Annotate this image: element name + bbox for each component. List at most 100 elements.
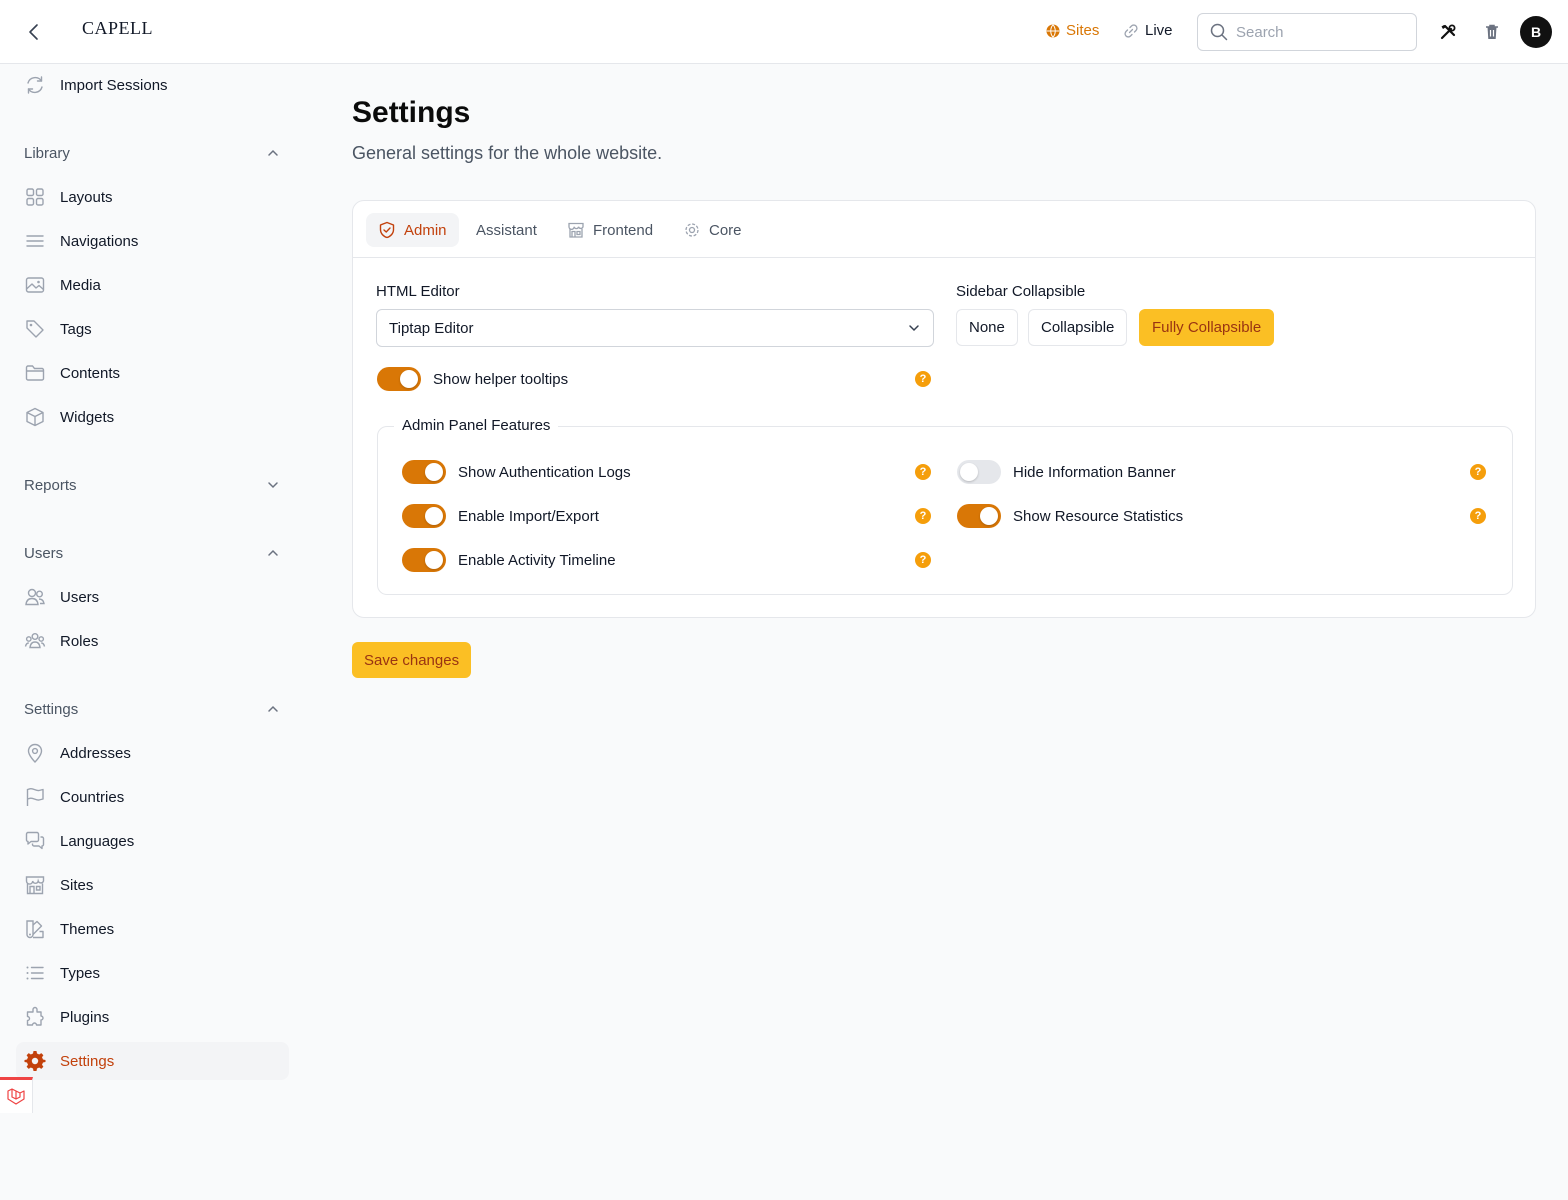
admin-panel-features: Admin Panel Features Show Authentication… — [377, 417, 1513, 595]
sidebar-item-label: Users — [60, 588, 100, 606]
help-icon[interactable]: ? — [1470, 508, 1486, 524]
sites-label: Sites — [1066, 22, 1100, 39]
sidebar-option-collapsible[interactable]: Collapsible — [1028, 309, 1128, 346]
help-icon[interactable]: ? — [915, 552, 931, 568]
save-changes-button[interactable]: Save changes — [352, 642, 472, 678]
sidebar-item-tags[interactable]: Tags — [16, 310, 289, 348]
map-pin-icon — [27, 743, 43, 763]
sidebar-group-label: Users — [24, 544, 64, 562]
enable-activity-timeline-label: Enable Activity Timeline — [458, 552, 616, 569]
show-resource-stats-toggle[interactable] — [957, 504, 1001, 528]
sidebar-group-reports[interactable]: Reports — [24, 473, 280, 497]
page-subtitle: General settings for the whole website. — [352, 143, 663, 163]
sidebar-item-layouts[interactable]: Layouts — [16, 178, 289, 216]
sidebar-group-users[interactable]: Users — [24, 541, 280, 565]
sidebar-item-contents[interactable]: Contents — [16, 354, 289, 392]
back-button[interactable] — [22, 20, 46, 44]
settings-card: Admin Assistant Frontend Core HTML Edito… — [352, 200, 1536, 618]
top-bar: CAPELL Sites Live B — [0, 0, 1568, 64]
toggle-knob — [960, 463, 978, 481]
sites-link[interactable]: Sites — [1046, 22, 1099, 39]
globe-icon — [1046, 23, 1060, 38]
sidebar-option-none[interactable]: None — [956, 309, 1018, 346]
search-box[interactable] — [1197, 13, 1417, 51]
trash-button[interactable] — [1480, 20, 1504, 44]
refresh-icon — [27, 76, 43, 94]
enable-import-export-toggle[interactable] — [402, 504, 446, 528]
toggle-knob — [400, 370, 418, 388]
app-logo[interactable]: CAPELL — [82, 18, 153, 39]
tab-label: Assistant — [476, 221, 537, 239]
debug-toolbar-toggle[interactable] — [0, 1077, 33, 1113]
hide-info-banner-toggle[interactable] — [957, 460, 1001, 484]
sidebar-item-label: Layouts — [60, 188, 113, 206]
tab-label: Admin — [404, 221, 447, 239]
sidebar-item-import-sessions[interactable]: Import Sessions — [16, 66, 289, 104]
trash-icon — [1486, 24, 1498, 39]
sidebar-item-countries[interactable]: Countries — [16, 778, 289, 816]
toggle-knob — [425, 463, 443, 481]
sidebar-item-label: Plugins — [60, 1008, 110, 1026]
sidebar-item-languages[interactable]: Languages — [16, 822, 289, 860]
chat-bubbles-icon — [25, 831, 45, 850]
sidebar-item-widgets[interactable]: Widgets — [16, 398, 289, 436]
sidebar-item-sites[interactable]: Sites — [16, 866, 289, 904]
sidebar-item-label: Themes — [60, 920, 115, 938]
sidebar-item-label: Sites — [60, 876, 94, 894]
help-icon[interactable]: ? — [915, 508, 931, 524]
sidebar-item-users[interactable]: Users — [16, 578, 289, 616]
user-group-icon — [24, 633, 46, 649]
sidebar-group-settings[interactable]: Settings — [24, 697, 280, 721]
sidebar-item-label: Addresses — [60, 744, 131, 762]
help-icon[interactable]: ? — [1470, 464, 1486, 480]
tab-label: Core — [709, 221, 742, 239]
sidebar: Import Sessions Library Layouts Navigati… — [0, 65, 304, 1200]
sidebar-option-fully-collapsible[interactable]: Fully Collapsible — [1139, 309, 1275, 346]
tab-core[interactable]: Core — [671, 213, 754, 247]
live-link[interactable]: Live — [1123, 22, 1173, 39]
enable-import-export-label: Enable Import/Export — [458, 508, 599, 525]
help-icon[interactable]: ? — [915, 464, 931, 480]
sidebar-item-plugins[interactable]: Plugins — [16, 998, 289, 1036]
search-icon — [1210, 23, 1228, 41]
sidebar-item-settings[interactable]: Settings — [16, 1042, 289, 1080]
tag-icon — [26, 320, 44, 338]
toggle-knob — [980, 507, 998, 525]
tab-frontend[interactable]: Frontend — [555, 213, 665, 247]
helper-tooltips-toggle[interactable] — [377, 367, 421, 391]
search-input[interactable] — [1236, 23, 1396, 41]
toggle-knob — [425, 507, 443, 525]
grid-icon — [26, 188, 44, 206]
storefront-icon — [568, 222, 584, 238]
settings-tabs: Admin Assistant Frontend Core — [353, 201, 1535, 258]
html-editor-value: Tiptap Editor — [389, 319, 474, 337]
sidebar-item-label: Countries — [60, 788, 125, 806]
chevron-down-icon — [268, 482, 278, 489]
sidebar-item-media[interactable]: Media — [16, 266, 289, 304]
image-icon — [25, 277, 45, 293]
help-icon[interactable]: ? — [915, 371, 931, 387]
html-editor-select[interactable]: Tiptap Editor — [376, 309, 934, 347]
swatch-icon — [26, 920, 44, 939]
features-legend: Admin Panel Features — [394, 417, 559, 434]
sidebar-item-themes[interactable]: Themes — [16, 910, 289, 948]
sidebar-item-types[interactable]: Types — [16, 954, 289, 992]
user-avatar[interactable]: B — [1520, 16, 1552, 48]
puzzle-icon — [26, 1006, 44, 1026]
live-label: Live — [1145, 22, 1173, 39]
link-icon — [1124, 23, 1138, 38]
tab-admin[interactable]: Admin — [366, 213, 459, 247]
sidebar-item-roles[interactable]: Roles — [16, 622, 289, 660]
sidebar-item-label: Navigations — [60, 232, 139, 250]
sidebar-item-label: Types — [60, 964, 101, 982]
sidebar-group-library[interactable]: Library — [24, 141, 280, 165]
sidebar-item-addresses[interactable]: Addresses — [16, 734, 289, 772]
menu-icon — [26, 235, 44, 247]
tools-button[interactable] — [1436, 20, 1460, 44]
show-auth-logs-toggle[interactable] — [402, 460, 446, 484]
enable-activity-timeline-toggle[interactable] — [402, 548, 446, 572]
flag-icon — [26, 787, 44, 806]
tab-assistant[interactable]: Assistant — [464, 213, 549, 247]
sidebar-item-label: Media — [60, 276, 101, 294]
sidebar-item-navigations[interactable]: Navigations — [16, 222, 289, 260]
